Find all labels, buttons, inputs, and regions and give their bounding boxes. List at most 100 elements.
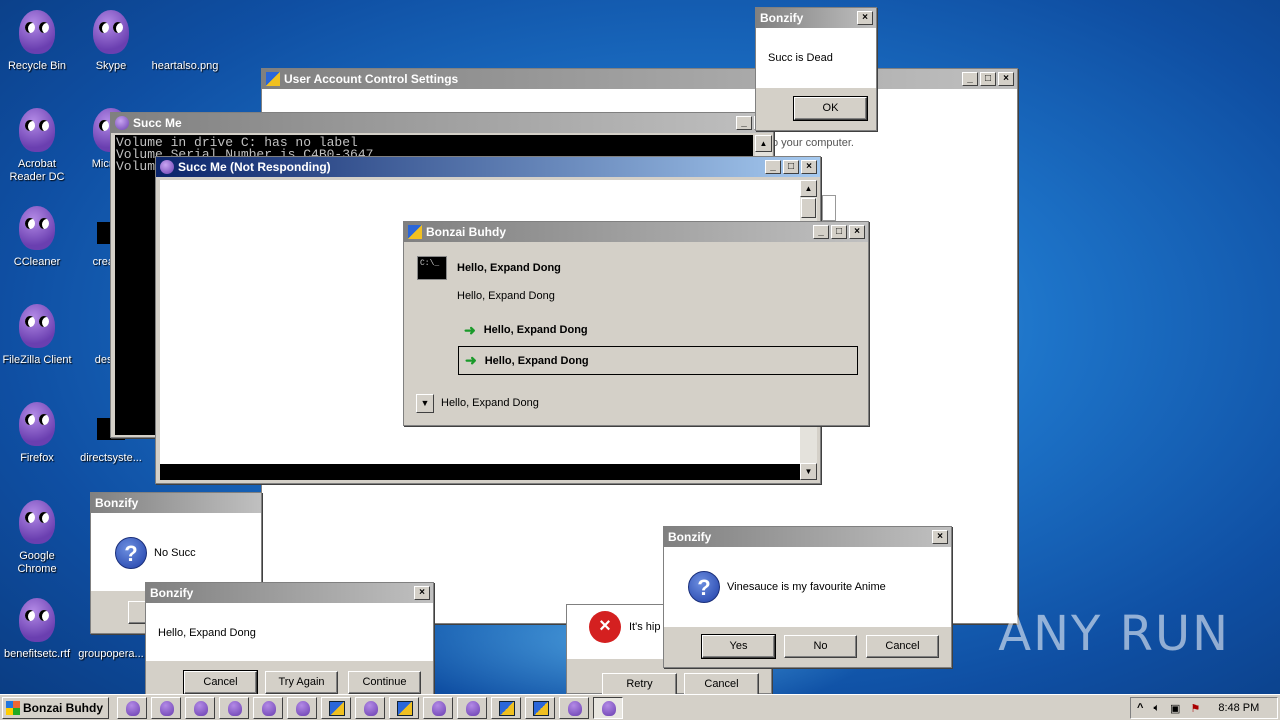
taskbar-item-bonzi[interactable] [151, 696, 181, 719]
yes-button[interactable]: Yes [701, 634, 776, 659]
dialog-title-bar[interactable]: Bonzify × [664, 527, 951, 547]
maximize-button[interactable]: □ [783, 160, 799, 174]
tray-expand-icon[interactable]: ^ [1137, 702, 1143, 714]
dialog-succ-dead[interactable]: Bonzify × Succ is Dead OK [755, 7, 877, 131]
bonzai-option-2[interactable]: ➜ Hello, Expand Dong [458, 346, 858, 375]
desktop-icon-ccleaner[interactable]: CCleaner [0, 204, 74, 269]
dialog-try-again[interactable]: Bonzify × Hello, Expand Dong Cancel Try … [145, 582, 434, 698]
bonzi-icon [19, 206, 55, 250]
bonzai-dialog[interactable]: Bonzai Buhdy _ □ × C:\_ Hello, Expand Do… [403, 221, 869, 426]
scroll-thumb[interactable] [801, 198, 816, 218]
minimize-button[interactable]: _ [813, 225, 829, 239]
scroll-up-arrow[interactable]: ▲ [800, 180, 817, 197]
bonzi-icon [126, 700, 140, 716]
desktop-icon-heartalso[interactable]: heartalso.png [148, 8, 222, 73]
console-title: Succ Me [133, 116, 182, 130]
taskbar-item-uac[interactable] [321, 696, 351, 719]
scroll-down-arrow[interactable]: ▼ [800, 463, 817, 480]
error-icon: × [589, 611, 621, 643]
bonzai-title: Bonzai Buhdy [426, 225, 506, 239]
maximize-button[interactable]: □ [831, 225, 847, 239]
dialog-title-bar[interactable]: Bonzify × [756, 8, 876, 28]
close-button[interactable]: × [849, 225, 865, 239]
minimize-button[interactable]: _ [765, 160, 781, 174]
bonzi-icon [19, 402, 55, 446]
network-icon[interactable]: ▣ [1170, 702, 1180, 715]
desktop-icon-acrobat[interactable]: Acrobat Reader DC [0, 106, 74, 184]
not-responding-title-bar[interactable]: Succ Me (Not Responding) _ □ × [156, 157, 820, 177]
dialog-vinesauce[interactable]: Bonzify × ? Vinesauce is my favourite An… [663, 526, 952, 668]
bonzai-title-bar[interactable]: Bonzai Buhdy _ □ × [404, 222, 868, 242]
desktop-icon-firefox[interactable]: Firefox [0, 400, 74, 465]
close-button[interactable]: × [801, 160, 817, 174]
desktop-icon-recycle-bin[interactable]: Recycle Bin [0, 8, 74, 73]
bonzai-option-1[interactable]: ➜ Hello, Expand Dong [458, 318, 858, 342]
taskbar-item-bonzi[interactable] [457, 696, 487, 719]
taskbar-item-uac[interactable] [389, 696, 419, 719]
taskbar-item-bonzi[interactable] [219, 696, 249, 719]
taskbar-item-uac[interactable] [491, 696, 521, 719]
close-button[interactable]: × [932, 530, 948, 544]
close-button[interactable]: × [414, 586, 430, 600]
maximize-button[interactable]: □ [980, 72, 996, 86]
dialog-title-bar[interactable]: Bonzify [91, 493, 261, 513]
desktop-icon-benefitsetc[interactable]: benefitsetc.rtf [0, 596, 74, 661]
taskbar-item-bonzi-active[interactable] [593, 696, 623, 719]
taskbar-item-bonzi[interactable] [287, 696, 317, 719]
question-icon: ? [115, 537, 147, 569]
desktop-icon-label: Google Chrome [17, 550, 57, 575]
bonzi-icon [160, 700, 174, 716]
taskbar-item-bonzi[interactable] [355, 696, 385, 719]
desktop-icon-label: directsyste... [80, 452, 142, 464]
taskbar-item-bonzi[interactable] [559, 696, 589, 719]
no-button[interactable]: No [784, 635, 857, 658]
continue-button[interactable]: Continue [348, 671, 421, 694]
question-icon: ? [688, 571, 720, 603]
taskbar-item-uac[interactable] [525, 696, 555, 719]
dialog-title: Bonzify [95, 496, 139, 510]
dialog-message: It's hip [629, 621, 661, 633]
bonzi-icon [115, 116, 129, 130]
uac-title-bar[interactable]: User Account Control Settings _ □ × [262, 69, 1017, 89]
taskbar-item-bonzi[interactable] [423, 696, 453, 719]
desktop-icon-chrome[interactable]: Google Chrome [0, 498, 74, 576]
try-again-button[interactable]: Try Again [265, 671, 338, 694]
taskbar-item-bonzi[interactable] [117, 696, 147, 719]
taskbar-item-bonzi[interactable] [253, 696, 283, 719]
details-expand-button[interactable]: ▼ [416, 394, 434, 413]
taskbar-item-bonzi[interactable] [185, 696, 215, 719]
bonzi-icon [466, 700, 480, 716]
dialog-message: Succ is Dead [768, 52, 833, 64]
bonzi-icon [602, 700, 616, 716]
desktop-icon-skype[interactable]: Skype [74, 8, 148, 73]
cancel-button[interactable]: Cancel [866, 635, 939, 658]
dialog-title: Bonzify [760, 11, 804, 25]
close-button[interactable]: × [857, 11, 873, 25]
not-responding-title: Succ Me (Not Responding) [178, 160, 331, 174]
bonzi-icon [364, 700, 378, 716]
bonzai-heading: Hello, Expand Dong [457, 262, 561, 274]
close-button[interactable]: × [998, 72, 1014, 86]
minimize-button[interactable]: _ [962, 72, 978, 86]
bonzai-body: Hello, Expand Dong [457, 290, 555, 302]
dialog-title-bar[interactable]: Bonzify × [146, 583, 433, 603]
console-title-bar[interactable]: Succ Me _ □ [111, 113, 773, 133]
desktop-icon-label: CCleaner [13, 256, 61, 268]
desktop-icon-label: Firefox [20, 452, 54, 464]
desktop-icon-filezilla[interactable]: FileZilla Client [0, 302, 74, 367]
anyrun-watermark: ANY RUN [998, 606, 1230, 662]
minimize-button[interactable]: _ [736, 116, 752, 130]
bonzi-icon [228, 700, 242, 716]
clock[interactable]: 8:48 PM [1218, 702, 1259, 714]
speaker-icon[interactable]: 🔈︎ [1153, 702, 1160, 715]
start-button[interactable]: Bonzai Buhdy [2, 696, 109, 719]
flag-icon[interactable]: ⚑ [1190, 702, 1200, 715]
cancel-button[interactable]: Cancel [183, 670, 258, 695]
arrow-right-icon: ➜ [465, 352, 477, 368]
bonzi-icon [160, 160, 174, 174]
cancel-button[interactable]: Cancel [684, 673, 759, 696]
ok-button[interactable]: OK [793, 96, 868, 121]
retry-button[interactable]: Retry [602, 673, 677, 696]
dialog-message: Vinesauce is my favourite Anime [727, 581, 886, 593]
scroll-up-arrow[interactable]: ▲ [755, 135, 772, 152]
